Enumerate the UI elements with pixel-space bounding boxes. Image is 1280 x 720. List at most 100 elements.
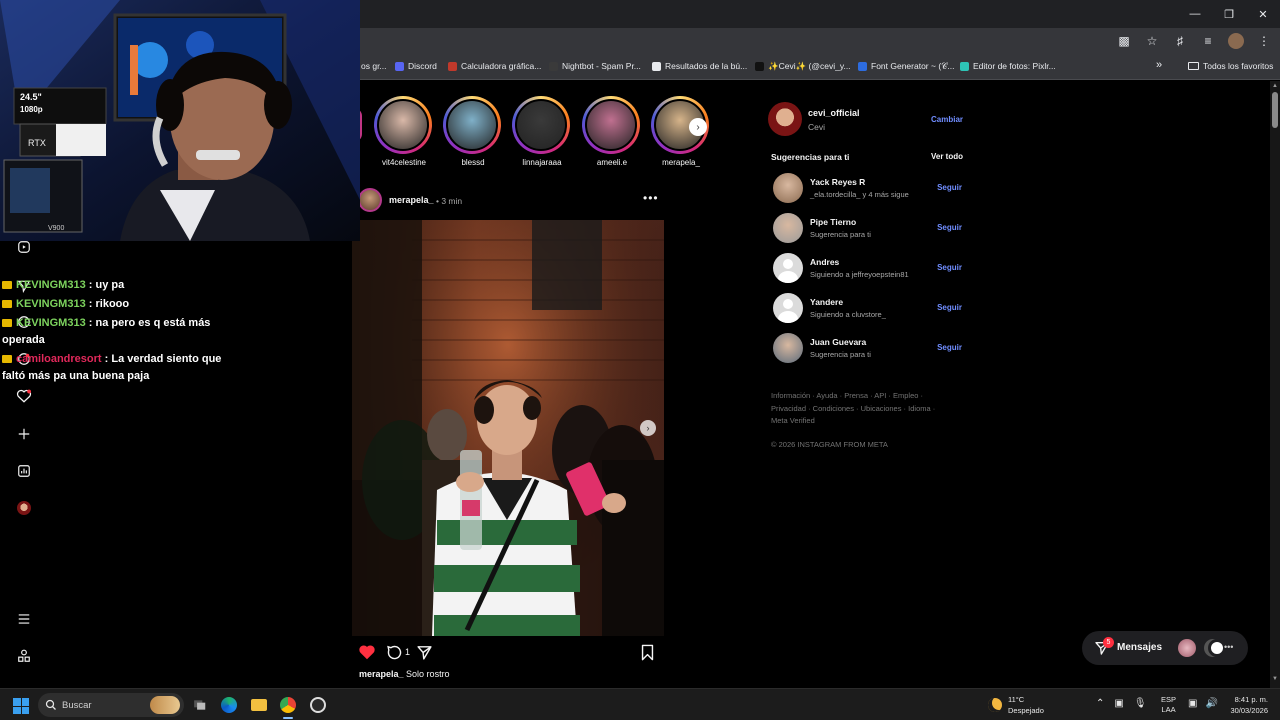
suggestion-name[interactable]: Andres: [810, 257, 839, 267]
notifications-heart-icon[interactable]: [16, 388, 32, 404]
install-app-icon[interactable]: ▩: [1116, 33, 1132, 49]
bookmark-item[interactable]: Resultados de la bú...: [652, 61, 747, 71]
edge-icon[interactable]: [219, 695, 239, 715]
scrollbar[interactable]: [1270, 81, 1280, 688]
suggestion-avatar[interactable]: [773, 333, 803, 363]
star-icon[interactable]: ☆: [1144, 33, 1160, 49]
see-all-button[interactable]: Ver todo: [931, 152, 963, 161]
messages-label: Mensajes: [1117, 642, 1163, 653]
profile-avatar-icon[interactable]: [16, 500, 32, 516]
profile-avatar[interactable]: [1228, 33, 1244, 49]
network-icon[interactable]: ▣: [1188, 698, 1197, 709]
extensions-icon[interactable]: ♯: [1172, 33, 1188, 49]
scroll-thumb[interactable]: [1272, 92, 1278, 128]
suggestion-name[interactable]: Juan Guevara: [810, 337, 866, 347]
microphone-icon[interactable]: 🎙: [1134, 698, 1147, 709]
bookmark-label: os gr...: [361, 61, 387, 71]
current-account-username[interactable]: cevi_official: [808, 108, 860, 118]
chat-message: camiloandresort : La verdad siento que f…: [2, 351, 232, 385]
suggestion-avatar[interactable]: [773, 173, 803, 203]
bookmark-item[interactable]: Font Generator ~ (𝒞...: [858, 61, 954, 72]
search-icon: [45, 699, 56, 710]
maximize-icon[interactable]: ❐: [1212, 0, 1246, 28]
caption-username[interactable]: merapela_: [359, 669, 404, 679]
story-avatar: [377, 99, 429, 151]
chat-text: : rikooo: [88, 298, 130, 310]
scroll-down-icon[interactable]: ▼: [1272, 676, 1278, 682]
clock-time: 8:41 p. m.: [1234, 695, 1268, 704]
more-menu-icon[interactable]: ⋮: [1256, 33, 1272, 49]
chat-username: KEVINGM313: [16, 279, 86, 291]
carousel-next-icon[interactable]: ›: [640, 420, 656, 436]
bookmark-item[interactable]: Discord: [395, 61, 437, 71]
follow-button[interactable]: Seguir: [937, 183, 962, 192]
crown-badge-icon: [2, 300, 12, 309]
language-code: ESP: [1161, 695, 1177, 704]
chrome-icon[interactable]: [278, 695, 298, 715]
like-heart-icon[interactable]: [358, 644, 376, 660]
menu-hamburger-icon[interactable]: [16, 611, 32, 627]
follow-button[interactable]: Seguir: [937, 343, 962, 352]
dashboard-icon[interactable]: [16, 463, 32, 479]
file-explorer-icon[interactable]: [249, 695, 269, 715]
comment-icon[interactable]: [386, 644, 403, 661]
reels-icon[interactable]: [16, 239, 32, 255]
suggestion-name[interactable]: Yandere: [810, 297, 843, 307]
suggestion-subtitle: Sugerencia para ti: [810, 230, 871, 239]
all-favorites-button[interactable]: Todos los favoritos: [1188, 61, 1273, 71]
story-item[interactable]: blessd: [443, 96, 503, 167]
nightbot-icon: [549, 61, 558, 71]
minimize-icon[interactable]: —: [1178, 0, 1212, 28]
tray-app-icon[interactable]: ▣: [1114, 698, 1123, 709]
bookmark-item[interactable]: Nightbot - Spam Pr...: [549, 61, 641, 71]
switch-account-button[interactable]: Cambiar: [931, 115, 963, 124]
monitor-label-1: 24.5": [20, 92, 42, 102]
stories-next-icon[interactable]: ›: [689, 118, 707, 136]
suggestion-name[interactable]: Yack Reyes R: [810, 177, 865, 187]
suggestion-name[interactable]: Pipe Tierno: [810, 217, 856, 227]
suggestion-avatar[interactable]: [773, 213, 803, 243]
create-plus-icon[interactable]: [16, 426, 32, 442]
volume-icon[interactable]: 🔊: [1205, 698, 1217, 709]
post-photo[interactable]: [352, 220, 664, 636]
more-options-icon[interactable]: •••: [643, 191, 659, 205]
share-icon[interactable]: [416, 644, 433, 661]
search-highlight-image: [150, 696, 180, 714]
current-account-avatar[interactable]: [768, 102, 802, 136]
current-account-name: Cevi: [808, 122, 826, 132]
media-control-icon[interactable]: ≡: [1200, 33, 1216, 49]
chevron-up-icon[interactable]: ⌃: [1096, 698, 1104, 709]
suggestion-subtitle: Siguiendo a jeffreyoepstein81: [810, 270, 909, 279]
follow-button[interactable]: Seguir: [937, 303, 962, 312]
language-indicator[interactable]: ESP LAA: [1161, 695, 1176, 715]
story-item[interactable]: linnajaraaa: [512, 96, 572, 167]
suggestion-row: Juan Guevara Sugerencia para ti Seguir: [773, 333, 965, 363]
story-item[interactable]: ameeli.e: [582, 96, 642, 167]
clock[interactable]: 8:41 p. m. 30/03/2026: [1222, 694, 1268, 716]
folder-icon: [1188, 62, 1199, 70]
scroll-up-icon[interactable]: ▲: [1272, 83, 1278, 89]
follow-button[interactable]: Seguir: [937, 223, 962, 232]
windows-start-icon[interactable]: [13, 698, 29, 714]
obs-icon[interactable]: [308, 695, 328, 715]
suggestion-row: Pipe Tierno Sugerencia para ti Seguir: [773, 213, 965, 243]
save-bookmark-icon[interactable]: [640, 644, 655, 661]
bookmarks-overflow-icon[interactable]: »: [1156, 59, 1162, 71]
discord-icon: [395, 61, 404, 71]
bookmark-item[interactable]: Calculadora gráfica...: [448, 61, 541, 71]
bookmark-item[interactable]: ✨Cevi✨ (@cevi_y...: [755, 61, 851, 72]
bookmark-item[interactable]: Editor de fotos: Pixlr...: [960, 61, 1056, 71]
task-view-icon[interactable]: [190, 695, 210, 715]
suggestion-avatar[interactable]: [773, 293, 803, 323]
meta-apps-icon[interactable]: [16, 648, 32, 664]
post-avatar[interactable]: [358, 188, 382, 212]
follow-button[interactable]: Seguir: [937, 263, 962, 272]
taskbar-search[interactable]: Buscar: [38, 693, 184, 717]
post-username[interactable]: merapela_: [389, 195, 434, 205]
suggestion-avatar[interactable]: [773, 253, 803, 283]
bookmark-label: Font Generator ~ (𝒞...: [871, 61, 955, 71]
footer-links[interactable]: Información · Ayuda · Prensa · API · Emp…: [771, 390, 951, 428]
close-icon[interactable]: ✕: [1246, 0, 1280, 28]
messages-button[interactable]: 5 Mensajes •••: [1082, 631, 1248, 665]
story-item[interactable]: vit4celestine: [374, 96, 434, 167]
